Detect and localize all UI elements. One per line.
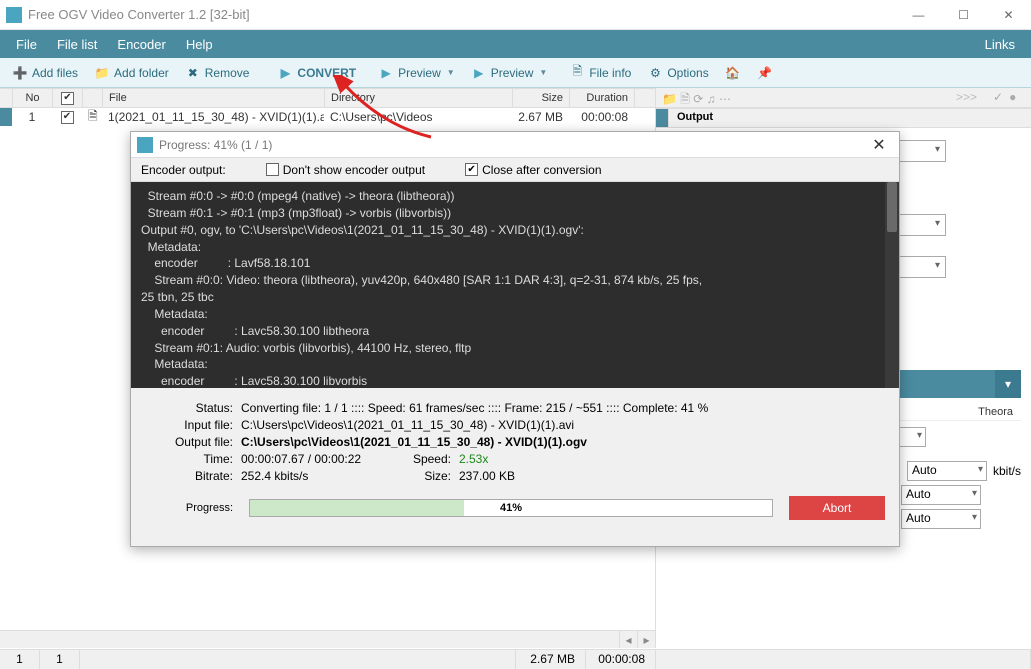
output-chevrons[interactable]: >>> <box>946 88 987 107</box>
check-icon[interactable]: ✓ <box>993 90 1003 105</box>
home-icon: 🏠 <box>725 65 741 81</box>
menubar: File File list Encoder Help Links <box>0 30 1031 58</box>
preview-button-1[interactable]: ▶Preview▼ <box>370 62 463 84</box>
col-no[interactable]: No <box>13 89 53 107</box>
pin-button[interactable]: 📌 <box>749 62 781 84</box>
convert-button[interactable]: ▶CONVERT <box>269 62 364 84</box>
minimize-button[interactable]: — <box>896 0 941 30</box>
progress-percent: 41% <box>250 500 772 516</box>
format-dropdown[interactable]: ▾ <box>995 370 1021 398</box>
output-file-value: C:\Users\pc\Videos\1(2021_01_11_15_30_48… <box>241 435 885 449</box>
add-folder-button[interactable]: 📁Add folder <box>86 62 177 84</box>
close-after-checkbox[interactable]: ✔ <box>465 163 478 176</box>
col-file[interactable]: File <box>103 89 325 107</box>
progress-dialog: Progress: 41% (1 / 1) ✕ Encoder output: … <box>130 131 900 547</box>
file-info-button[interactable]: 🗎File info <box>561 62 639 84</box>
dialog-close-button[interactable]: ✕ <box>859 135 899 155</box>
status-size: 2.67 MB <box>516 650 586 669</box>
fps-combo[interactable]: Auto <box>901 485 981 505</box>
col-size[interactable]: Size <box>513 89 570 107</box>
file-icon: 🗎 <box>82 108 102 126</box>
statusbar: 1 1 2.67 MB 00:00:08 <box>0 649 1031 669</box>
folder-icon: 📁 <box>94 65 110 81</box>
cell-no: 1 <box>12 108 52 126</box>
bitrate-combo[interactable]: Auto <box>907 461 987 481</box>
status-count2: 1 <box>40 650 80 669</box>
row-checkbox[interactable]: ✔ <box>61 111 74 124</box>
bitrate-unit: kbit/s <box>993 464 1021 478</box>
aspect-combo[interactable]: Auto <box>901 509 981 529</box>
dialog-titlebar[interactable]: Progress: 41% (1 / 1) ✕ <box>131 132 899 158</box>
output-header: Output <box>669 109 721 127</box>
chevron-down-icon: ▼ <box>447 68 455 77</box>
progress-bar: 41% <box>249 499 773 517</box>
progress-label: Progress: <box>145 502 241 514</box>
titlebar: Free OGV Video Converter 1.2 [32-bit] — … <box>0 0 1031 30</box>
menu-encoder[interactable]: Encoder <box>107 33 175 56</box>
plus-icon: ➕ <box>12 65 28 81</box>
h-scrollbar[interactable]: ◂▸ <box>0 630 655 648</box>
speed-value: 2.53x <box>459 452 488 466</box>
table-header: No ✔ File Directory Size Duration <box>0 88 655 108</box>
gear-icon: ⚙ <box>647 65 663 81</box>
play-icon: ▶ <box>471 65 487 81</box>
maximize-button[interactable]: ☐ <box>941 0 986 30</box>
encoder-output-label: Encoder output: <box>141 163 226 177</box>
output-icons: 📁 🗎 ⟳ ♫ ⋯ <box>656 88 737 107</box>
window-title: Free OGV Video Converter 1.2 [32-bit] <box>28 7 896 22</box>
status-value: Converting file: 1 / 1 :::: Speed: 61 fr… <box>241 401 885 415</box>
menu-file[interactable]: File <box>6 33 47 56</box>
cell-file: 1(2021_01_11_15_30_48) - XVID(1)(1).avi <box>102 108 324 126</box>
col-dir[interactable]: Directory <box>325 89 513 107</box>
dont-show-label: Don't show encoder output <box>283 163 425 177</box>
table-row[interactable]: 1 ✔ 🗎 1(2021_01_11_15_30_48) - XVID(1)(1… <box>0 108 655 126</box>
menu-filelist[interactable]: File list <box>47 33 107 56</box>
chevron-down-icon: ▼ <box>539 68 547 77</box>
dont-show-checkbox[interactable] <box>266 163 279 176</box>
close-after-label: Close after conversion <box>482 163 601 177</box>
remove-button[interactable]: ✖Remove <box>177 62 258 84</box>
time-value: 00:00:07.67 / 00:00:22 <box>241 452 401 466</box>
play-icon: ▶ <box>378 65 394 81</box>
bitrate-value: 252.4 kbits/s <box>241 469 401 483</box>
cell-dir: C:\Users\pc\Videos <box>324 108 512 126</box>
cell-dur: 00:00:08 <box>569 108 634 126</box>
cell-size: 2.67 MB <box>512 108 569 126</box>
app-icon <box>137 137 153 153</box>
menu-links[interactable]: Links <box>975 33 1025 56</box>
input-file-value: C:\Users\pc\Videos\1(2021_01_11_15_30_48… <box>241 418 885 432</box>
size-value: 237.00 KB <box>459 469 515 483</box>
app-icon <box>6 7 22 23</box>
add-files-button[interactable]: ➕Add files <box>4 62 86 84</box>
console-scrollbar[interactable] <box>885 182 899 388</box>
encoder-console: Stream #0:0 -> #0:0 (mpeg4 (native) -> t… <box>131 182 899 388</box>
play-icon: ▶ <box>277 65 293 81</box>
close-button[interactable]: ✕ <box>986 0 1031 30</box>
status-dur: 00:00:08 <box>586 650 656 669</box>
circle-icon[interactable]: ● <box>1009 90 1016 105</box>
options-button[interactable]: ⚙Options <box>639 62 716 84</box>
toolbar: ➕Add files 📁Add folder ✖Remove ▶CONVERT … <box>0 58 1031 88</box>
select-all-checkbox[interactable]: ✔ <box>61 92 74 105</box>
remove-icon: ✖ <box>185 65 201 81</box>
col-dur[interactable]: Duration <box>570 89 635 107</box>
home-button[interactable]: 🏠 <box>717 62 749 84</box>
pin-icon: 📌 <box>757 65 773 81</box>
dialog-title: Progress: 41% (1 / 1) <box>159 138 859 152</box>
abort-button[interactable]: Abort <box>789 496 885 520</box>
info-icon: 🗎 <box>569 65 585 81</box>
status-count1: 1 <box>0 650 40 669</box>
preview-button-2[interactable]: ▶Preview▼ <box>463 62 556 84</box>
row-indicator <box>0 108 12 126</box>
menu-help[interactable]: Help <box>176 33 223 56</box>
